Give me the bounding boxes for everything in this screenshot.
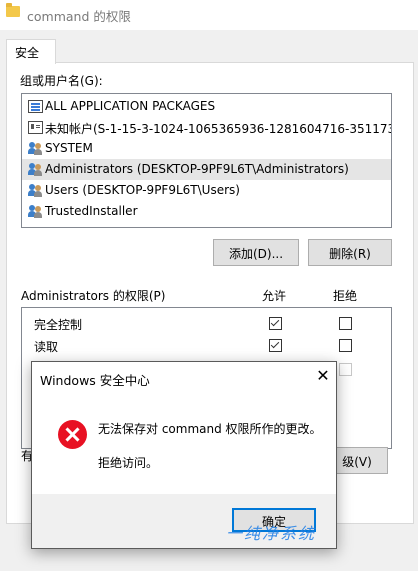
users-icon: [28, 184, 43, 197]
deny-column-header: 拒绝: [333, 289, 358, 303]
dialog-title: Windows 安全中心: [40, 373, 150, 388]
window-title: command 的权限: [27, 9, 131, 24]
tab-security-label: 安全: [15, 46, 40, 60]
remove-button[interactable]: 删除(R): [308, 239, 392, 266]
allow-column-header: 允许: [262, 289, 287, 303]
user-name: Administrators (DESKTOP-9PF9L6T\Administ…: [45, 162, 349, 176]
group-label: 组或用户名(G):: [20, 74, 103, 88]
user-name: ALL APPLICATION PACKAGES: [45, 99, 216, 113]
list-item-selected[interactable]: Administrators (DESKTOP-9PF9L6T\Administ…: [22, 159, 391, 180]
user-name: Users (DESKTOP-9PF9L6T\Users): [45, 183, 240, 197]
title-bar: command 的权限: [0, 0, 418, 30]
permission-row: 完全控制: [22, 312, 391, 334]
users-icon: [28, 163, 43, 176]
folder-icon: [6, 3, 20, 17]
permission-label: 完全控制: [34, 318, 83, 332]
deny-full-control-checkbox[interactable]: [339, 317, 352, 330]
user-list[interactable]: ALL APPLICATION PACKAGES 未知帐户(S-1-15-3-1…: [21, 93, 392, 228]
users-icon: [28, 205, 43, 218]
close-icon[interactable]: ✕: [315, 366, 331, 385]
list-item[interactable]: SYSTEM: [22, 138, 391, 159]
allow-read-checkbox[interactable]: [269, 339, 282, 352]
user-name: TrustedInstaller: [45, 204, 138, 218]
allow-full-control-checkbox[interactable]: [269, 317, 282, 330]
package-icon: [28, 100, 43, 113]
list-item[interactable]: 未知帐户(S-1-15-3-1024-1065365936-1281604716…: [22, 117, 391, 138]
tab-security[interactable]: 安全: [6, 39, 56, 64]
permission-row: 读取: [22, 334, 391, 356]
deny-checkbox-partial[interactable]: [339, 363, 352, 376]
user-name: SYSTEM: [45, 141, 93, 155]
list-item[interactable]: Users (DESKTOP-9PF9L6T\Users): [22, 180, 391, 201]
permission-label: 读取: [34, 340, 59, 354]
list-item[interactable]: ALL APPLICATION PACKAGES: [22, 96, 391, 117]
account-card-icon: [28, 121, 43, 134]
deny-read-checkbox[interactable]: [339, 339, 352, 352]
list-item[interactable]: TrustedInstaller: [22, 201, 391, 222]
add-button[interactable]: 添加(D)...: [213, 239, 299, 266]
permissions-header: Administrators 的权限(P): [21, 289, 166, 303]
user-name: 未知帐户(S-1-15-3-1024-1065365936-1281604716…: [45, 122, 392, 136]
error-icon: [58, 420, 87, 449]
dialog-message: 无法保存对 command 权限所作的更改。: [98, 422, 322, 436]
users-icon: [28, 142, 43, 155]
dialog-detail: 拒绝访问。: [98, 456, 159, 470]
watermark: 一纯净系统: [226, 524, 317, 543]
